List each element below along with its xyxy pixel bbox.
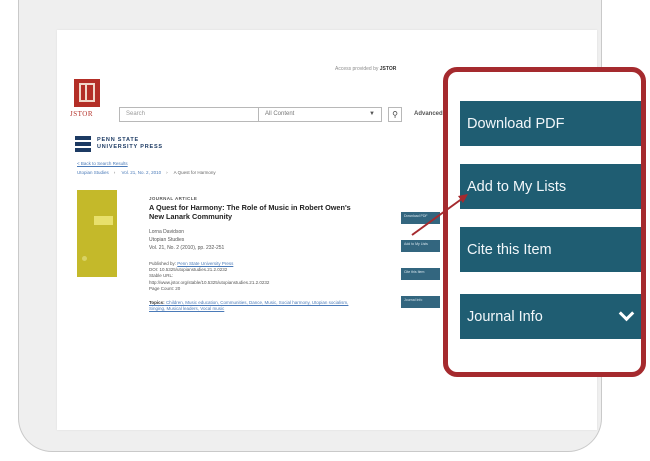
pointer-arrow <box>411 194 468 236</box>
